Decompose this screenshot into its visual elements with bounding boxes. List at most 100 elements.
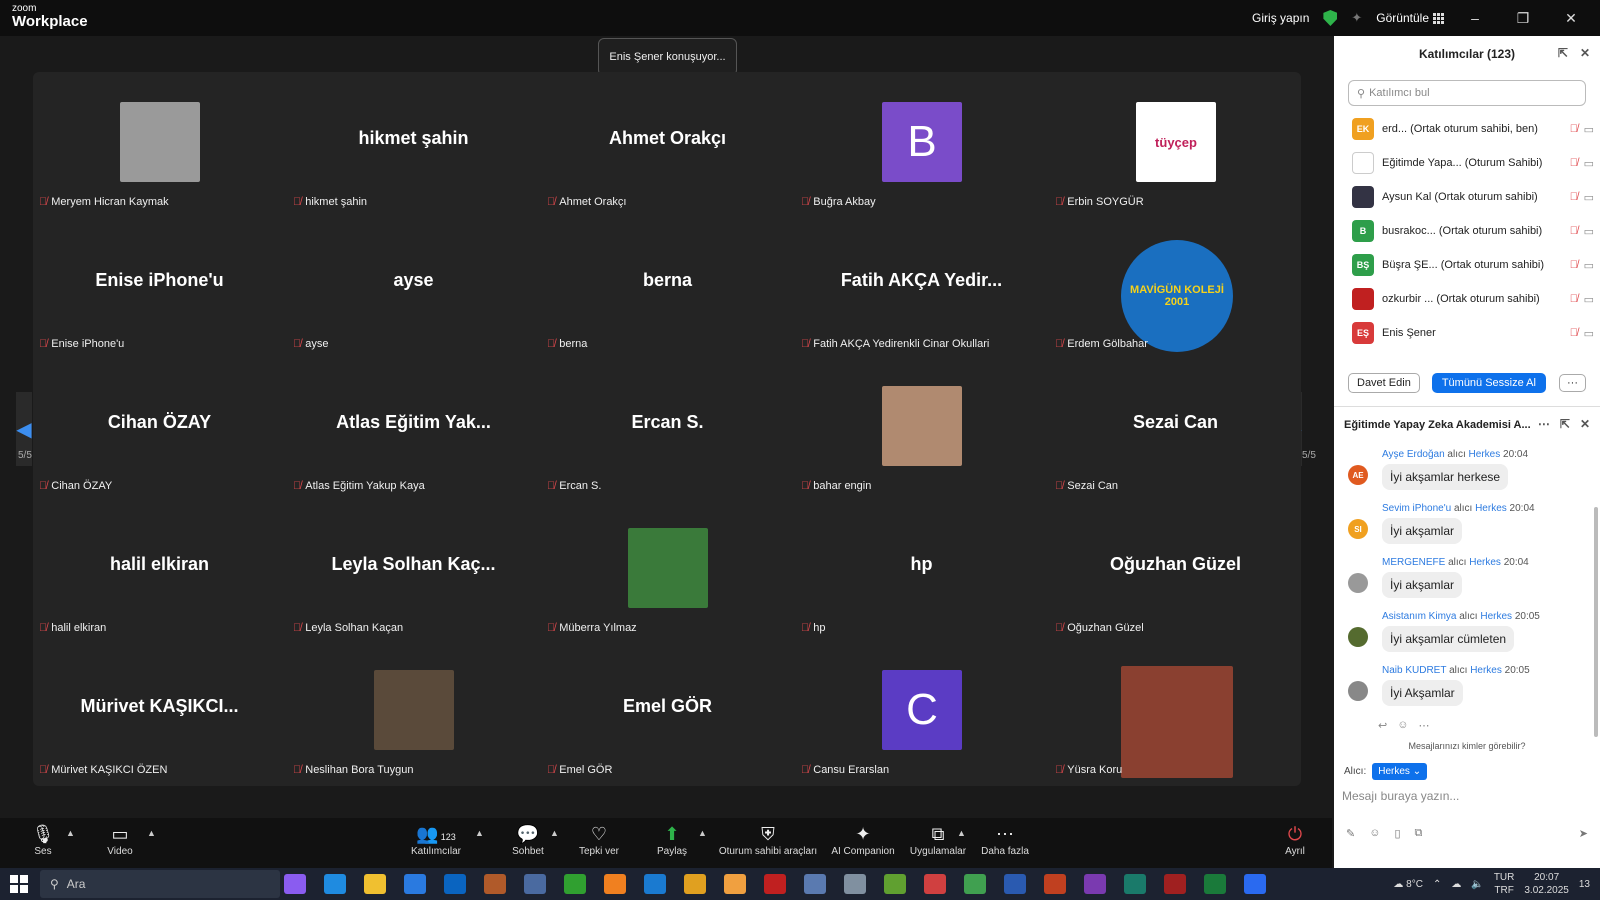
mute-all-button[interactable]: Tümünü Sessize Al bbox=[1431, 373, 1546, 393]
send-icon[interactable]: ➤ bbox=[1579, 827, 1588, 840]
who-can-see-link[interactable]: Mesajlarınızı kimler görebilir? bbox=[1334, 741, 1600, 751]
app-icon[interactable] bbox=[684, 874, 706, 894]
video-tile[interactable]: B 🎙̸ Buğra Akbay bbox=[795, 72, 1048, 214]
app-icon[interactable] bbox=[804, 874, 826, 894]
video-tile[interactable]: Ahmet Orakçı 🎙̸ Ahmet Orakçı bbox=[541, 72, 794, 214]
participant-search-input[interactable]: ⚲ Katılımcı bul bbox=[1348, 80, 1586, 106]
signin-link[interactable]: Giriş yapın bbox=[1252, 11, 1309, 25]
explorer-icon[interactable] bbox=[364, 874, 386, 894]
chat-close-icon[interactable]: ✕ bbox=[1580, 417, 1590, 431]
mic-muted-icon[interactable]: 🎙̸ bbox=[1570, 191, 1578, 203]
participant-row[interactable]: Eğitimde Yapa... (Oturum Sahibi) 🎙̸ ▭ bbox=[1334, 146, 1600, 180]
app-icon[interactable] bbox=[844, 874, 866, 894]
video-tile[interactable]: C 🎙̸ Cansu Erarslan bbox=[795, 640, 1048, 782]
app-icon[interactable] bbox=[524, 874, 546, 894]
chat-input[interactable]: Mesajı buraya yazın... bbox=[1342, 789, 1459, 803]
video-icon[interactable]: ▭ bbox=[1584, 123, 1594, 136]
video-icon[interactable]: ▭ bbox=[1584, 225, 1594, 238]
video-tile[interactable]: tüyçep 🎙̸ Erbin SOYGÜR bbox=[1049, 72, 1302, 214]
mic-muted-icon[interactable]: 🎙̸ bbox=[1570, 293, 1578, 305]
video-icon[interactable]: ▭ bbox=[1584, 293, 1594, 306]
clock[interactable]: 20:07 3.02.2025 bbox=[1524, 871, 1569, 897]
cloud-icon[interactable]: ☁ bbox=[1451, 879, 1461, 890]
video-tile[interactable]: 🎙̸ Neslihan Bora Tuygun bbox=[287, 640, 540, 782]
host-tools-button[interactable]: ⛨ Oturum sahibi araçları bbox=[718, 822, 818, 857]
zoom-taskbar-icon[interactable] bbox=[1244, 874, 1266, 894]
close-button[interactable]: ✕ bbox=[1554, 10, 1588, 27]
video-button[interactable]: ▭ Video bbox=[102, 822, 138, 857]
app-icon[interactable] bbox=[564, 874, 586, 894]
notification-badge[interactable]: 13 bbox=[1579, 879, 1590, 890]
share-button[interactable]: ⬆ Paylaş bbox=[654, 822, 690, 857]
access-icon[interactable] bbox=[1164, 874, 1186, 894]
video-icon[interactable]: ▭ bbox=[1584, 259, 1594, 272]
powerpoint-icon[interactable] bbox=[1044, 874, 1066, 894]
participant-row[interactable]: EK erd... (Ortak oturum sahibi, ben) 🎙̸ ▭ bbox=[1334, 112, 1600, 146]
video-menu-caret[interactable]: ▲ bbox=[147, 828, 156, 838]
video-icon[interactable]: ▭ bbox=[1584, 157, 1594, 170]
minimize-button[interactable]: – bbox=[1458, 10, 1492, 26]
share-menu-caret[interactable]: ▲ bbox=[698, 828, 707, 838]
emoji-react-icon[interactable]: ☺ bbox=[1397, 719, 1408, 732]
participants-more-button[interactable]: ··· bbox=[1559, 374, 1586, 392]
invite-button[interactable]: Davet Edin bbox=[1348, 373, 1420, 393]
view-button[interactable]: Görüntüle bbox=[1376, 11, 1444, 25]
mic-muted-icon[interactable]: 🎙̸ bbox=[1570, 157, 1578, 169]
mic-muted-icon[interactable]: 🎙̸ bbox=[1570, 259, 1578, 271]
video-tile[interactable]: 🎙̸ Müberra Yılmaz bbox=[541, 498, 794, 640]
video-tile[interactable]: ayse 🎙̸ ayse bbox=[287, 214, 540, 356]
onenote-icon[interactable] bbox=[1084, 874, 1106, 894]
recipient-select[interactable]: Herkes ⌄ bbox=[1372, 763, 1428, 780]
video-tile[interactable]: hikmet şahin 🎙̸ hikmet şahin bbox=[287, 72, 540, 214]
reply-icon[interactable]: ↩ bbox=[1378, 719, 1387, 732]
video-tile[interactable]: Leyla Solhan Kaç... 🎙̸ Leyla Solhan Kaçan bbox=[287, 498, 540, 640]
participants-menu-caret[interactable]: ▲ bbox=[475, 828, 484, 838]
word-icon[interactable] bbox=[1004, 874, 1026, 894]
file-icon[interactable]: ▯ bbox=[1394, 827, 1400, 840]
message-more-icon[interactable]: ⋯ bbox=[1418, 719, 1429, 732]
participant-row[interactable]: Bbusrakoc... (Ortak oturum sahibi) 🎙̸ ▭ bbox=[1334, 214, 1600, 248]
vlc-icon[interactable] bbox=[604, 874, 626, 894]
video-tile[interactable]: MAVİGÜN KOLEJİ 2001 🎙̸ Erdem Gölbahar bbox=[1049, 214, 1302, 356]
video-tile[interactable]: Cihan ÖZAY 🎙̸ Cihan ÖZAY bbox=[33, 356, 286, 498]
chat-popout-icon[interactable]: ⇱ bbox=[1560, 417, 1570, 431]
close-participants-icon[interactable]: ✕ bbox=[1580, 46, 1590, 60]
edge-icon[interactable] bbox=[324, 874, 346, 894]
video-icon[interactable]: ▭ bbox=[1584, 327, 1594, 340]
more-button[interactable]: ⋯ Daha fazla bbox=[980, 822, 1030, 857]
chevron-up-icon[interactable]: ⌃ bbox=[1433, 879, 1441, 890]
apps-menu-caret[interactable]: ▲ bbox=[957, 828, 966, 838]
video-tile[interactable]: 🎙̸ Meryem Hicran Kaymak bbox=[33, 72, 286, 214]
outlook-icon[interactable] bbox=[444, 874, 466, 894]
video-tile[interactable]: Mürivet KAŞIKCI... 🎙̸ Mürivet KAŞIKCI ÖZEN bbox=[33, 640, 286, 782]
store-icon[interactable] bbox=[404, 874, 426, 894]
audio-menu-caret[interactable]: ▲ bbox=[66, 828, 75, 838]
excel-icon[interactable] bbox=[1204, 874, 1226, 894]
screenshot-icon[interactable]: ⧉ bbox=[1415, 827, 1423, 840]
video-tile[interactable]: 🎙̸ Yüsra Koru bbox=[1049, 640, 1302, 782]
mic-muted-icon[interactable]: 🎙̸ bbox=[1570, 327, 1578, 339]
app-icon[interactable] bbox=[484, 874, 506, 894]
video-tile[interactable]: hp 🎙̸ hp bbox=[795, 498, 1048, 640]
video-icon[interactable]: ▭ bbox=[1584, 191, 1594, 204]
participant-row[interactable]: Aysun Kal (Ortak oturum sahibi) 🎙̸ ▭ bbox=[1334, 180, 1600, 214]
video-tile[interactable]: Fatih AKÇA Yedir... 🎙̸ Fatih AKÇA Yedirenk… bbox=[795, 214, 1048, 356]
video-tile[interactable]: 🎙̸ bahar engin bbox=[795, 356, 1048, 498]
video-tile[interactable]: halil elkiran 🎙̸ halil elkiran bbox=[33, 498, 286, 640]
react-button[interactable]: ♡ Tepki ver bbox=[576, 822, 622, 857]
weather-icon[interactable]: ☁ 8°C bbox=[1393, 879, 1423, 890]
video-tile[interactable]: Emel GÖR 🎙̸ Emel GÖR bbox=[541, 640, 794, 782]
participant-row[interactable]: EŞ Enis Şener 🎙̸ ▭ bbox=[1334, 316, 1600, 350]
participant-row[interactable]: BŞ Büşra ŞE... (Ortak oturum sahibi) 🎙̸ ▭ bbox=[1334, 248, 1600, 282]
video-tile[interactable]: Sezai Can 🎙̸ Sezai Can bbox=[1049, 356, 1302, 498]
volume-icon[interactable]: 🔈 bbox=[1471, 879, 1483, 890]
security-shield-icon[interactable] bbox=[1323, 10, 1338, 26]
copilot-icon[interactable] bbox=[284, 874, 306, 894]
mic-muted-icon[interactable]: 🎙̸ bbox=[1570, 225, 1578, 237]
video-tile[interactable]: Atlas Eğitim Yak... 🎙̸ Atlas Eğitim Yakup … bbox=[287, 356, 540, 498]
publisher-icon[interactable] bbox=[1124, 874, 1146, 894]
chat-menu-caret[interactable]: ▲ bbox=[550, 828, 559, 838]
participant-row[interactable]: ozkurbir ... (Ortak oturum sahibi) 🎙̸ ▭ bbox=[1334, 282, 1600, 316]
emoji-icon[interactable]: ☺ bbox=[1369, 827, 1380, 840]
video-tile[interactable]: berna 🎙̸ berna bbox=[541, 214, 794, 356]
